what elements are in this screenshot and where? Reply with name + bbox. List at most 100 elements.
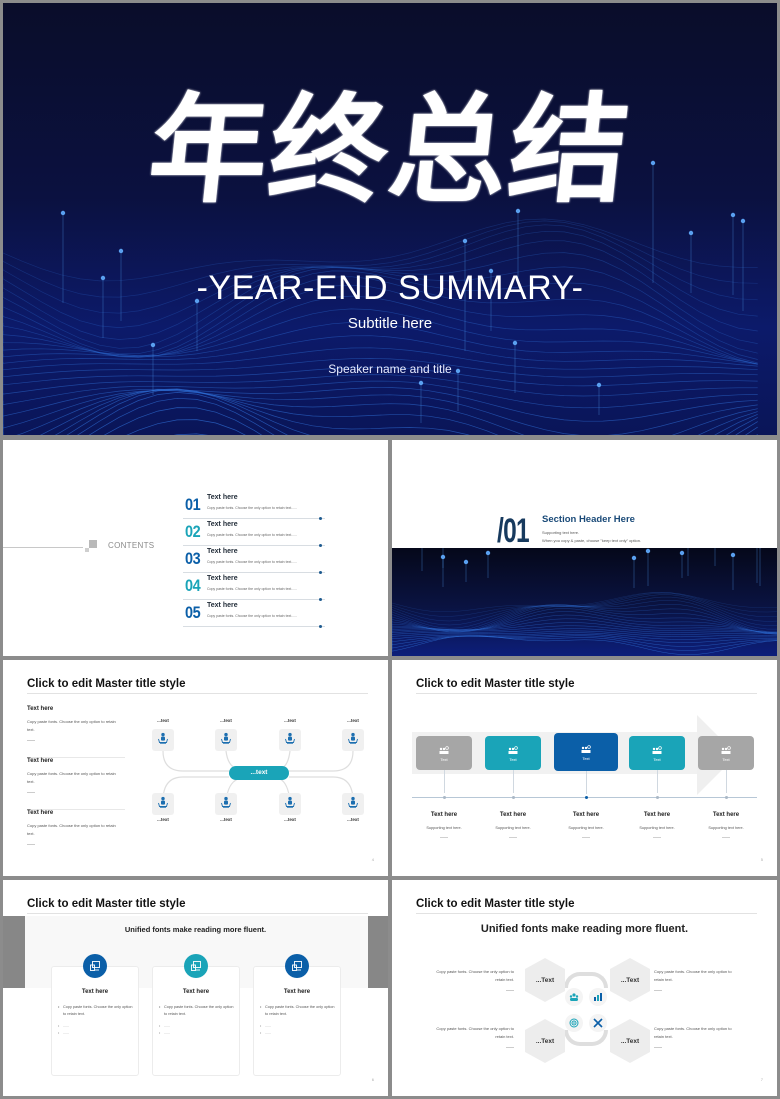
timeline-step-box[interactable]: Text	[485, 736, 541, 770]
person-icon	[220, 731, 232, 749]
toc-number: 05	[185, 603, 201, 622]
axis-dot	[442, 796, 446, 799]
info-card[interactable]: Text here Copy paste fonts. Choose the on…	[152, 966, 240, 1076]
person-icon	[220, 795, 232, 813]
person-icon	[347, 795, 359, 813]
toc-number: 04	[185, 576, 201, 595]
toc-title: Text here	[207, 575, 238, 582]
step-support: Supporting text here.	[568, 826, 604, 830]
devices-icon	[285, 954, 309, 978]
timeline-step-box[interactable]: Text	[416, 736, 472, 770]
block-body: Copy paste fonts. Choose the only option…	[27, 823, 116, 836]
node-label: ...text	[220, 817, 232, 822]
card-bullet: Copy paste fonts. Choose the only option…	[159, 1004, 235, 1018]
step-heading: Text here	[430, 812, 458, 818]
hex-node[interactable]: ...Text	[525, 1019, 565, 1063]
timeline-step-box[interactable]: Text	[554, 733, 618, 771]
cycle-arrow-bottom	[564, 1030, 608, 1046]
dash	[509, 837, 517, 838]
card-sub-bullet: ......	[260, 1031, 271, 1035]
slide-contents[interactable]: CONTENTS 01 Text here Copy paste fonts. …	[3, 440, 388, 656]
slide-hexagons[interactable]: Click to edit Master title style Unified…	[392, 880, 777, 1096]
section-title: Section Header Here	[542, 514, 635, 525]
team-icon	[652, 745, 662, 754]
timeline-step-box[interactable]: Text	[698, 736, 754, 770]
slide-title[interactable]: 年终总结 -YEAR-END SUMMARY- Subtitle here Sp…	[3, 3, 777, 435]
hex-node[interactable]: ...Text	[610, 1019, 650, 1063]
info-card[interactable]: Text here Copy paste fonts. Choose the on…	[253, 966, 341, 1076]
node-box[interactable]	[215, 729, 237, 751]
slide-hub-diagram[interactable]: Click to edit Master title style Text he…	[3, 660, 388, 876]
team-icon	[721, 745, 731, 754]
toc-item[interactable]: 01 Text here Copy paste fonts. Choose th…	[183, 492, 325, 520]
card-sub-bullet: ......	[58, 1024, 69, 1028]
slide-cards[interactable]: Click to edit Master title style Unified…	[3, 880, 388, 1096]
step-heading: Text here	[499, 812, 527, 818]
step-connector	[726, 770, 727, 793]
section-number: /01	[497, 512, 530, 550]
toc-item[interactable]: 04 Text here Copy paste fonts. Choose th…	[183, 573, 325, 601]
block-title: Text here	[27, 758, 54, 764]
target-icon	[565, 1014, 583, 1032]
master-title: Click to edit Master title style	[416, 678, 575, 690]
timeline-step-box[interactable]: Text	[629, 736, 685, 770]
slide-timeline[interactable]: Click to edit Master title style Text Tex…	[392, 660, 777, 876]
devices-icon	[184, 954, 208, 978]
node-box[interactable]	[342, 729, 364, 751]
page-number: 6	[371, 1077, 374, 1082]
step-connector	[657, 770, 658, 793]
node-box[interactable]	[152, 793, 174, 815]
card-title: Text here	[182, 989, 210, 995]
cycle-arrow-top	[564, 972, 608, 988]
team-icon	[439, 745, 449, 754]
node-label: ...text	[157, 718, 169, 723]
node-box[interactable]	[342, 793, 364, 815]
dash	[722, 837, 730, 838]
divider	[3, 547, 83, 548]
toc-desc: Copy paste fonts. Choose the only option…	[207, 533, 298, 537]
toc-item[interactable]: 03 Text here Copy paste fonts. Choose th…	[183, 546, 325, 574]
node-box[interactable]	[152, 729, 174, 751]
toc-title: Text here	[207, 548, 238, 555]
step-support: Supporting text here.	[708, 826, 744, 830]
text-column: Text here Copy paste fonts. Choose the o…	[27, 706, 125, 862]
hub-node[interactable]: ...text	[229, 766, 289, 780]
step-label: Text	[509, 756, 517, 762]
hex-node[interactable]: ...Text	[610, 958, 650, 1002]
hex-node[interactable]: ...Text	[525, 958, 565, 1002]
particle-wave-band	[392, 503, 777, 656]
step-connector	[586, 771, 587, 794]
node-label: ...text	[347, 817, 359, 822]
toc-item[interactable]: 02 Text here Copy paste fonts. Choose th…	[183, 519, 325, 547]
person-icon	[284, 731, 296, 749]
slide-section-header[interactable]: /01 Section Header Here Supporting text …	[392, 440, 777, 656]
info-card[interactable]: Text here Copy paste fonts. Choose the on…	[51, 966, 139, 1076]
step-connector	[444, 770, 445, 793]
squares-icon	[85, 538, 99, 552]
step-connector	[513, 770, 514, 793]
node-box[interactable]	[279, 793, 301, 815]
toc-desc: Copy paste fonts. Choose the only option…	[207, 560, 298, 564]
toc-item[interactable]: 05 Text here Copy paste fonts. Choose th…	[183, 600, 325, 628]
node-box[interactable]	[279, 729, 301, 751]
team-icon	[565, 988, 583, 1006]
dash	[506, 990, 514, 991]
hex-description: Copy paste fonts. Choose the only option…	[436, 1026, 514, 1039]
toc-list: 01 Text here Copy paste fonts. Choose th…	[183, 492, 325, 628]
step-label: Text	[653, 756, 661, 762]
node-box[interactable]	[215, 793, 237, 815]
tools-icon	[589, 1014, 607, 1032]
axis-dot	[724, 796, 728, 799]
section-heading: Unified fonts make reading more fluent.	[480, 923, 689, 935]
node-label: ...text	[157, 817, 169, 822]
master-title: Click to edit Master title style	[416, 898, 575, 910]
dash	[506, 1047, 514, 1048]
person-icon	[157, 795, 169, 813]
dash	[27, 844, 35, 845]
master-title: Click to edit Master title style	[27, 898, 186, 910]
card-bullet: Copy paste fonts. Choose the only option…	[260, 1004, 336, 1018]
section-support-text: Supporting text here.	[542, 530, 580, 535]
block-title: Text here	[27, 706, 54, 712]
contents-label: CONTENTS	[108, 541, 155, 550]
page-number: 4	[371, 857, 374, 862]
